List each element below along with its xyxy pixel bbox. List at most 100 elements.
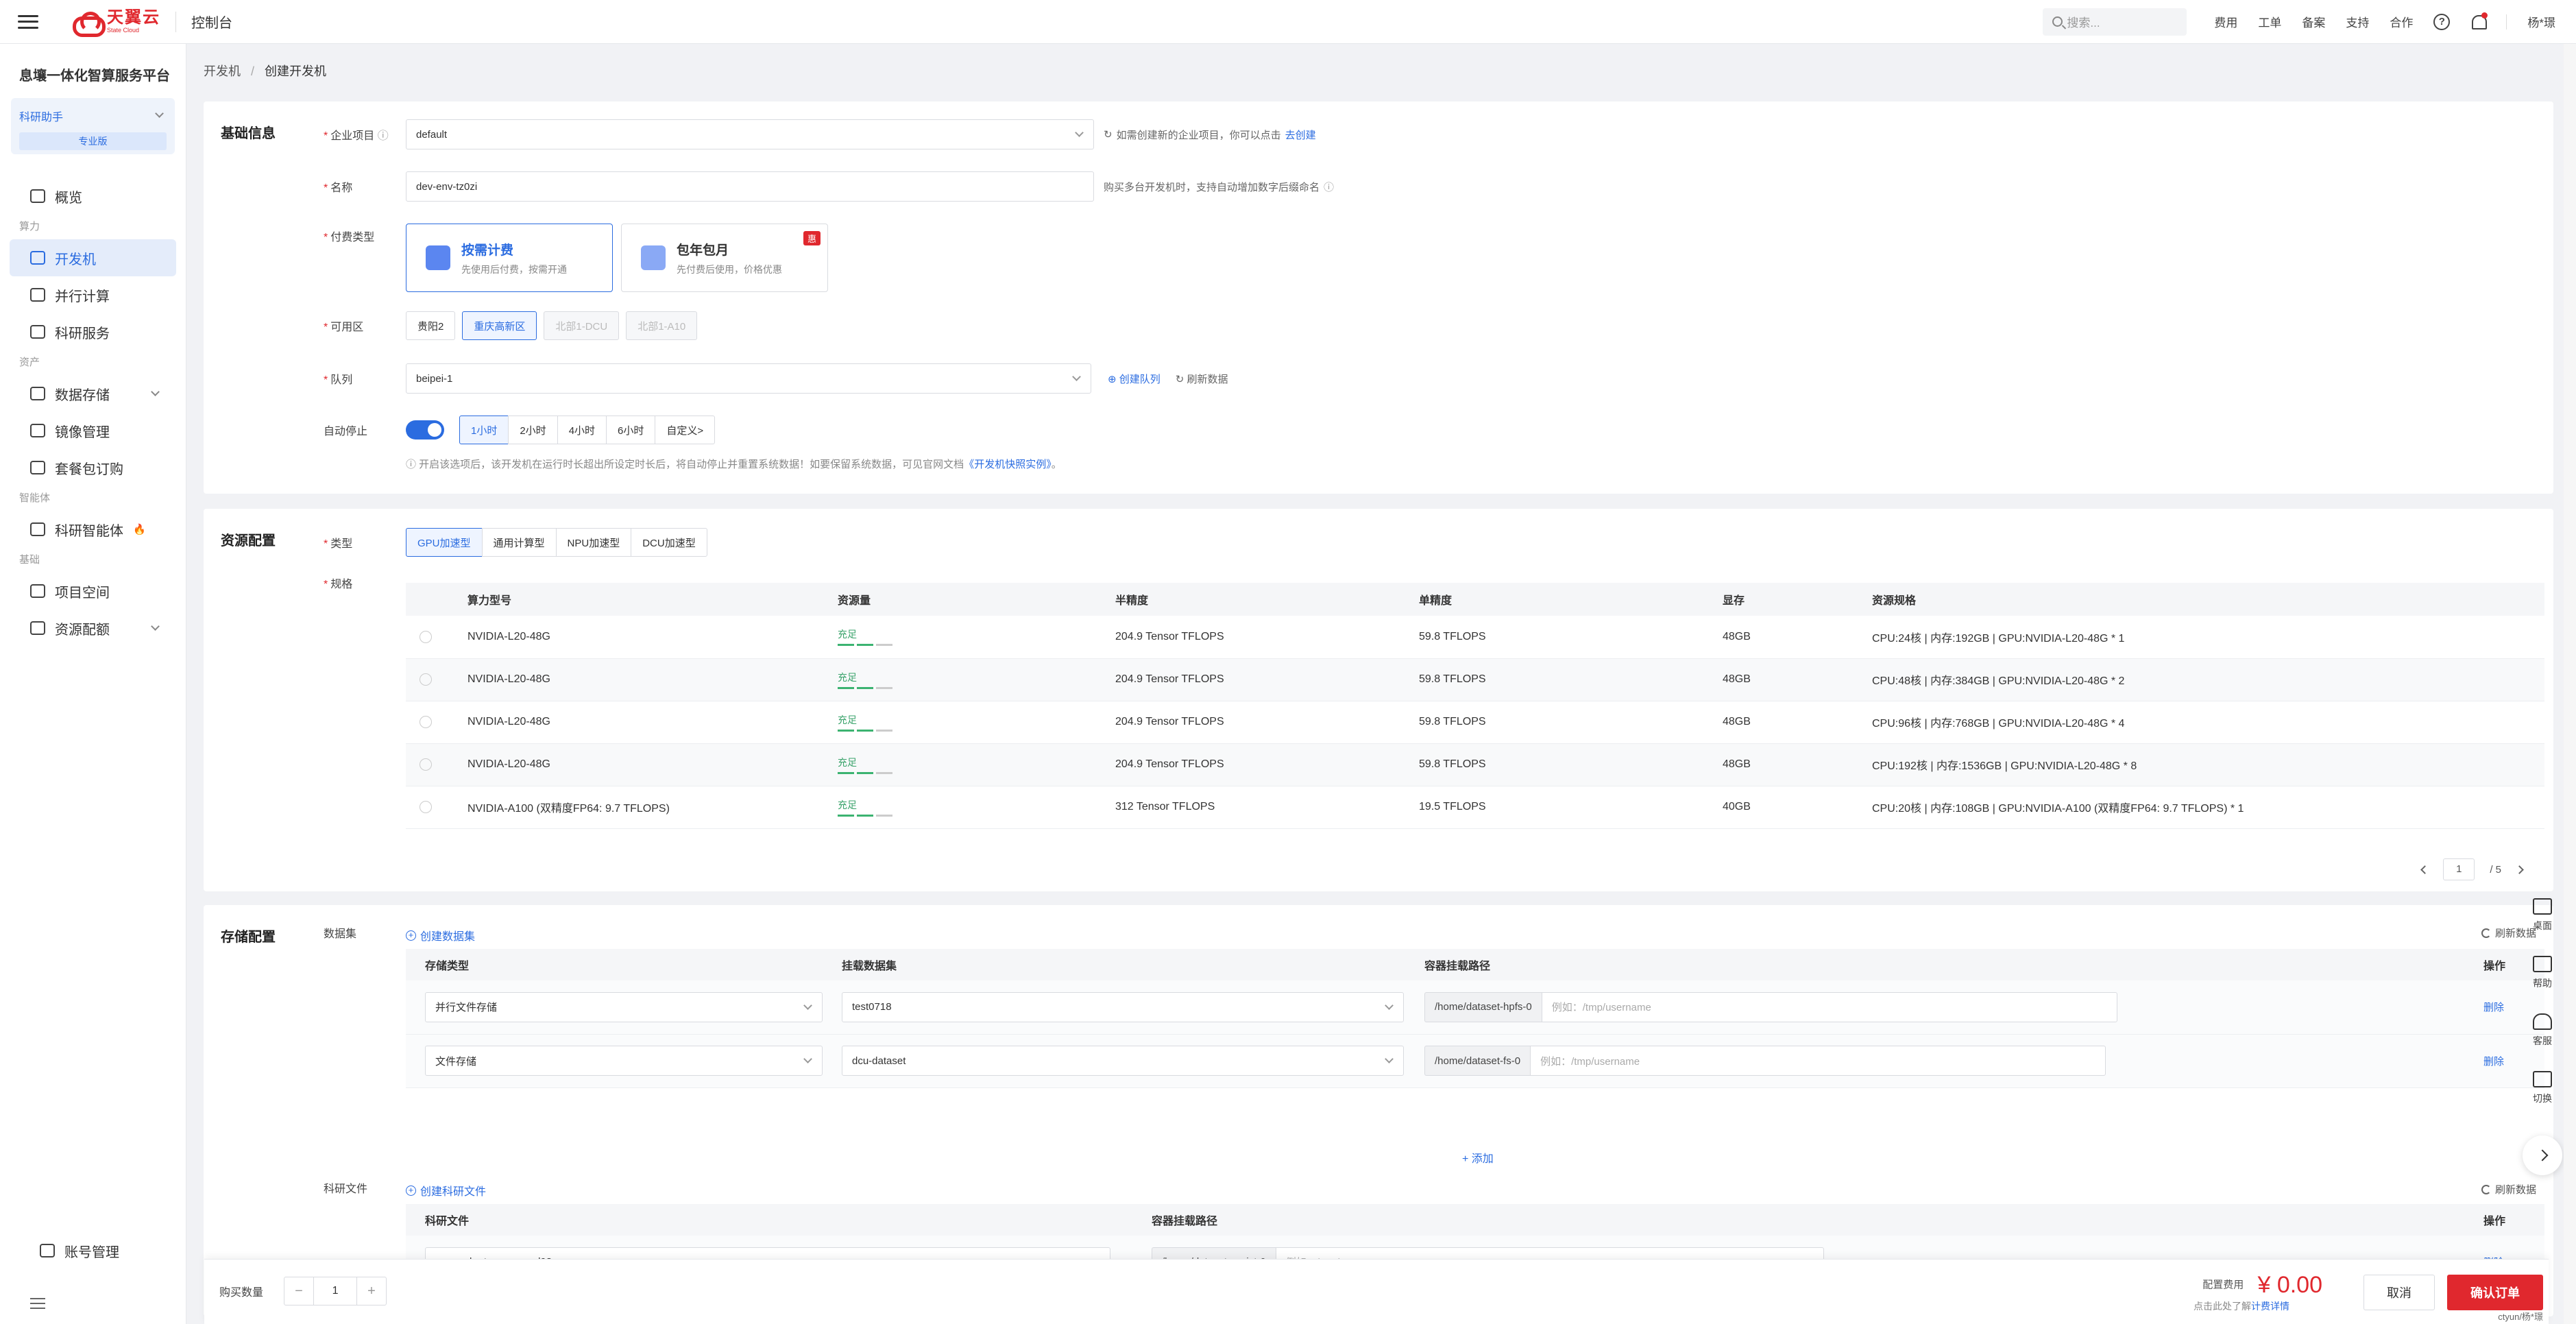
sidebar-item-account[interactable]: 账号管理	[19, 1232, 119, 1269]
auto-stop-toggle[interactable]	[406, 420, 444, 440]
confirm-order-button[interactable]: 确认订单	[2447, 1275, 2543, 1310]
search-input[interactable]: 搜索...	[2043, 8, 2187, 36]
refresh-icon[interactable]: ↻	[1104, 128, 1113, 141]
sidebar-item-resource-quota[interactable]: 资源配额	[10, 610, 176, 647]
menu-icon[interactable]	[16, 13, 40, 31]
quantity-stepper: − 1 +	[284, 1277, 387, 1305]
nav-partner[interactable]: 合作	[2390, 13, 2413, 30]
auto-stop-4h[interactable]: 4小时	[557, 416, 607, 444]
refresh-queue-link[interactable]: ↻ 刷新数据	[1176, 372, 1228, 386]
breadcrumb-parent[interactable]: 开发机	[204, 64, 241, 78]
name-input[interactable]: dev-env-tz0zi	[406, 171, 1094, 202]
float-switch[interactable]: 切换	[2533, 1071, 2552, 1105]
go-create-link[interactable]: 去创建	[1285, 128, 1316, 142]
sidebar-item-package[interactable]: 套餐包订购	[10, 449, 176, 486]
sidebar-item-parallel[interactable]: 并行计算	[10, 276, 176, 313]
spec-radio[interactable]	[420, 630, 432, 643]
table-row[interactable]: NVIDIA-L20-48G 充足 204.9 Tensor TFLOPS 59.8 …	[406, 743, 2544, 786]
spec-radio[interactable]	[420, 673, 432, 686]
sidebar-item-devmachine[interactable]: 开发机	[10, 239, 176, 276]
dataset-select[interactable]: test0718	[842, 991, 1404, 1022]
auto-stop-custom[interactable]: 自定义>	[655, 416, 716, 444]
snapshot-doc-link[interactable]: 《开发机快照实例》	[964, 459, 1052, 470]
increment-button[interactable]: +	[357, 1277, 386, 1305]
cell-vram: 48GB	[1709, 743, 1858, 786]
user-name[interactable]: 杨*璟	[2527, 13, 2555, 30]
float-desktop[interactable]: 桌面	[2533, 898, 2552, 932]
headset-icon	[2533, 1013, 2552, 1030]
pay-option-on-demand[interactable]: 按需计费 先使用后付费，按需开通	[406, 224, 613, 292]
auto-stop-1h[interactable]: 1小时	[459, 416, 509, 444]
delete-button[interactable]: 删除	[2483, 1002, 2504, 1013]
float-service[interactable]: 客服	[2533, 1013, 2552, 1048]
next-page-icon[interactable]	[2515, 865, 2524, 874]
col-mount-dataset: 挂载数据集	[823, 949, 1405, 980]
billing-detail-link[interactable]: 计费详情	[2251, 1301, 2289, 1312]
auto-stop-2h[interactable]: 2小时	[508, 416, 558, 444]
type-dcu[interactable]: DCU加速型	[631, 528, 707, 557]
create-dataset-link[interactable]: + 创建数据集	[406, 927, 475, 943]
nav-support[interactable]: 支持	[2346, 13, 2369, 30]
path-input[interactable]: 例如：/tmp/username	[1530, 1046, 2106, 1076]
table-row[interactable]: NVIDIA-A100 (双精度FP64: 9.7 TFLOPS) 充足 312 T…	[406, 786, 2544, 829]
create-research-link[interactable]: + 创建科研文件	[406, 1182, 486, 1199]
zone-chongqing[interactable]: 重庆高新区	[462, 311, 537, 340]
name-label: 名称	[330, 182, 353, 194]
zone-beibu-dcu[interactable]: 北部1-DCU	[544, 311, 620, 340]
scrollbar[interactable]	[2564, 44, 2576, 1324]
calendar-icon	[641, 245, 666, 270]
sidebar-item-image-mgmt[interactable]: 镜像管理	[10, 412, 176, 449]
collapse-float-button[interactable]	[2523, 1135, 2562, 1175]
console-title[interactable]: 控制台	[191, 12, 232, 32]
pay-option-monthly[interactable]: 包年包月 先付费后使用，价格优惠 惠	[621, 224, 828, 292]
path-input[interactable]: 例如：/tmp/username	[1541, 991, 2117, 1022]
storage-type-select[interactable]: 文件存储	[425, 1046, 823, 1076]
queue-select[interactable]: beipei-1	[406, 363, 1091, 394]
sidebar-item-research-service[interactable]: 科研服务	[10, 313, 176, 350]
spec-radio[interactable]	[420, 800, 432, 813]
spec-radio[interactable]	[420, 758, 432, 771]
nav-fees[interactable]: 费用	[2214, 13, 2237, 30]
nav-filing[interactable]: 备案	[2302, 13, 2325, 30]
create-queue-link[interactable]: ⊕ 创建队列	[1108, 372, 1161, 386]
nav-group-agent: 智能体	[19, 492, 51, 504]
sidebar-item-project[interactable]: 项目空间	[10, 573, 176, 610]
type-general[interactable]: 通用计算型	[481, 528, 557, 557]
dataset-select[interactable]: dcu-dataset	[842, 1046, 1404, 1076]
quantity-input[interactable]: 1	[313, 1277, 358, 1305]
refresh-research-link[interactable]: 刷新数据	[2481, 1182, 2536, 1196]
type-npu[interactable]: NPU加速型	[555, 528, 632, 557]
cell-model: NVIDIA-L20-48G	[454, 616, 824, 659]
add-dataset-row[interactable]: + 添加	[1462, 1149, 1494, 1166]
table-row[interactable]: NVIDIA-L20-48G 充足 204.9 Tensor TFLOPS 59.8 …	[406, 658, 2544, 701]
search-icon	[2052, 16, 2063, 27]
help-icon[interactable]: ?	[2433, 13, 2451, 30]
cancel-button[interactable]: 取消	[2364, 1275, 2435, 1310]
decrement-button[interactable]: −	[284, 1277, 313, 1305]
sidebar-item-data-storage[interactable]: 数据存储	[10, 375, 176, 412]
project-select[interactable]: default	[406, 119, 1094, 149]
sidebar-item-overview[interactable]: 概览	[10, 178, 176, 215]
prev-page-icon[interactable]	[2420, 865, 2430, 874]
storage-type-select[interactable]: 并行文件存储	[425, 991, 823, 1022]
pagination: 1 / 5	[2420, 858, 2524, 880]
table-row[interactable]: NVIDIA-L20-48G 充足 204.9 Tensor TFLOPS 59.8 …	[406, 616, 2544, 659]
collapse-sidebar-icon[interactable]	[30, 1298, 45, 1309]
type-gpu[interactable]: GPU加速型	[406, 528, 483, 557]
page-input[interactable]: 1	[2443, 858, 2475, 880]
zone-guiyang2[interactable]: 贵阳2	[406, 311, 456, 340]
table-row[interactable]: NVIDIA-L20-48G 充足 204.9 Tensor TFLOPS 59.8 …	[406, 701, 2544, 744]
zone-beibu-a10[interactable]: 北部1-A10	[626, 311, 698, 340]
bell-icon[interactable]	[2470, 12, 2488, 30]
float-help[interactable]: 帮助	[2533, 956, 2552, 990]
auto-stop-6h[interactable]: 6小时	[606, 416, 656, 444]
spec-radio[interactable]	[420, 715, 432, 728]
nav-ticket[interactable]: 工单	[2258, 13, 2281, 30]
cell-model: NVIDIA-L20-48G	[454, 658, 824, 701]
workspace-selector[interactable]: 科研助手 专业版	[11, 98, 175, 154]
sidebar-item-agent[interactable]: 科研智能体 🔥	[10, 511, 176, 548]
logo[interactable]: 天翼云 State Cloud	[71, 10, 160, 37]
path-prefix: /home/dataset-fs-0	[1424, 1046, 1531, 1076]
delete-button[interactable]: 删除	[2483, 1056, 2504, 1068]
refresh-icon	[2481, 1184, 2491, 1194]
